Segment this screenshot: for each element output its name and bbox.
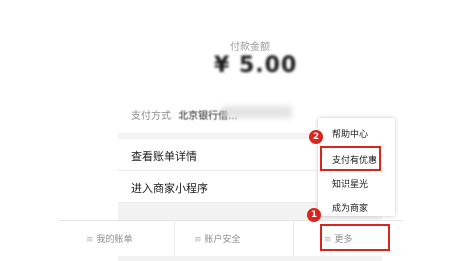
screen: 付款金额 ¥ 5.00 支付方式 北京银行借... 查看账单详情 进入商家小程序… — [0, 0, 449, 261]
view-bill-details-label: 查看账单详情 — [131, 150, 197, 163]
amount-value: ¥ 5.00 — [214, 53, 298, 78]
menu-item-become-merchant[interactable]: 成为商家 — [332, 201, 368, 214]
tab-divider — [174, 221, 175, 256]
tab-divider — [293, 221, 294, 256]
amount-label: 付款金额 — [230, 42, 270, 53]
menu-icon: ≡ — [194, 235, 202, 245]
payment-method-label: 支付方式 — [131, 111, 171, 122]
step-badge-1: 1 — [307, 208, 321, 222]
redacted-card-number — [222, 106, 292, 118]
tab-my-bills[interactable]: ≡ 我的账单 — [86, 232, 133, 245]
step-badge-2: 2 — [309, 130, 323, 144]
tab-my-bills-label: 我的账单 — [96, 235, 133, 245]
menu-item-knowledge-star[interactable]: 知识星光 — [332, 177, 368, 190]
highlight-more-tab — [320, 224, 390, 251]
tab-account-security[interactable]: ≡ 账户安全 — [194, 232, 241, 245]
enter-merchant-miniprogram-label: 进入商家小程序 — [131, 182, 208, 195]
menu-icon: ≡ — [86, 235, 94, 245]
menu-item-help-center[interactable]: 帮助中心 — [332, 127, 368, 140]
tab-account-security-label: 账户安全 — [204, 235, 241, 245]
highlight-payment-discount — [320, 146, 381, 171]
